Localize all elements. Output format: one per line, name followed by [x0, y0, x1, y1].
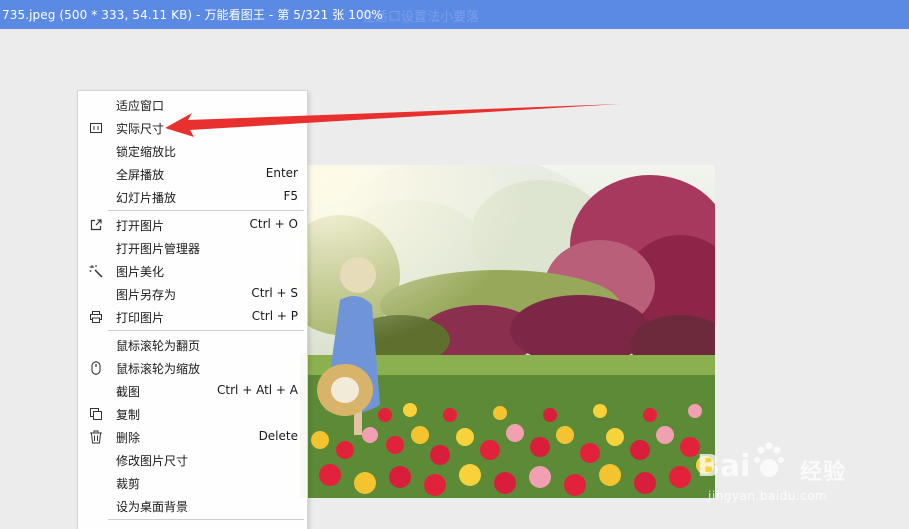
- menu-item-shortcut: Delete: [258, 429, 298, 443]
- actual-size-icon: [89, 120, 103, 134]
- watermark-title-text: 在适口设置法小要落: [362, 10, 480, 25]
- menu-item-wheel-zoom[interactable]: 鼠标滚轮为缩放: [78, 356, 307, 379]
- svg-text:Bai: Bai: [697, 449, 750, 484]
- menu-item-label: 打开图片管理器: [116, 242, 201, 256]
- menu-item-crop[interactable]: 裁剪: [78, 471, 307, 494]
- menu-item-shortcut: Ctrl + P: [251, 309, 298, 323]
- menu-item-open-image[interactable]: 打开图片 Ctrl + O: [78, 213, 307, 236]
- photo-tulip-field: [300, 165, 715, 498]
- mouse-icon: [89, 360, 103, 375]
- menu-item-label: 图片另存为: [116, 288, 177, 302]
- menu-item-label: 打开图片: [116, 219, 165, 233]
- menu-item-fullscreen[interactable]: 全屏播放 Enter: [78, 162, 307, 185]
- menu-item-label: 实际尺寸: [116, 122, 165, 136]
- menu-item-shortcut: Ctrl + Atl + A: [217, 383, 298, 397]
- menu-item-slideshow[interactable]: 幻灯片播放 F5: [78, 185, 307, 208]
- open-external-icon: [89, 217, 103, 231]
- menu-item-delete[interactable]: 删除 Delete: [78, 425, 307, 448]
- trash-icon: [89, 429, 103, 444]
- menu-item-screenshot[interactable]: 截图 Ctrl + Atl + A: [78, 379, 307, 402]
- window-title: 735.jpeg (500 * 333, 54.11 KB) - 万能看图王 -…: [2, 8, 383, 22]
- title-bar[interactable]: 735.jpeg (500 * 333, 54.11 KB) - 万能看图王 -…: [0, 0, 909, 29]
- menu-item-shortcut: Ctrl + S: [251, 286, 298, 300]
- menu-item-set-wallpaper[interactable]: 设为桌面背景: [78, 494, 307, 517]
- menu-item-save-as[interactable]: 图片另存为 Ctrl + S: [78, 282, 307, 305]
- baidu-watermark-logo: Bai: [697, 442, 784, 484]
- printer-icon: [89, 309, 103, 323]
- menu-item-label: 删除: [116, 431, 141, 445]
- menu-item-shortcut: Ctrl + O: [249, 217, 298, 231]
- menu-item-label: 鼠标滚轮为缩放: [116, 362, 201, 376]
- menu-separator: [108, 519, 304, 520]
- menu-item-label: 适应窗口: [116, 99, 165, 113]
- menu-item-label: 幻灯片播放: [116, 191, 177, 205]
- copy-icon: [89, 406, 103, 420]
- menu-separator: [108, 210, 304, 211]
- menu-item-label: 锁定缩放比: [116, 145, 177, 159]
- menu-item-beautify[interactable]: 图片美化: [78, 259, 307, 282]
- menu-item-copy[interactable]: 复制: [78, 402, 307, 425]
- context-menu: 适应窗口 实际尺寸 锁定缩放比 全屏播放 Enter 幻灯片播放 F5 打开图片…: [77, 90, 308, 529]
- menu-item-lock-zoom[interactable]: 锁定缩放比: [78, 139, 307, 162]
- watermark-url: jingyan.baidu.com: [708, 489, 828, 503]
- menu-item-wheel-page[interactable]: 鼠标滚轮为翻页: [78, 333, 307, 356]
- menu-item-label: 修改图片尺寸: [116, 454, 189, 468]
- menu-item-label: 图片美化: [116, 265, 165, 279]
- menu-item-label: 裁剪: [116, 477, 141, 491]
- menu-item-label: 全屏播放: [116, 168, 165, 182]
- menu-separator: [108, 330, 304, 331]
- menu-item-shortcut: Enter: [265, 166, 298, 180]
- displayed-photo[interactable]: [300, 165, 715, 498]
- menu-item-print[interactable]: 打印图片 Ctrl + P: [78, 305, 307, 328]
- menu-item-label: 打印图片: [116, 311, 165, 325]
- annotation-arrow: [165, 104, 620, 137]
- magic-wand-icon: [89, 263, 103, 278]
- menu-item-open-manager[interactable]: 打开图片管理器: [78, 236, 307, 259]
- menu-item-shortcut: F5: [283, 189, 298, 203]
- menu-item-label: 设为桌面背景: [116, 500, 189, 514]
- menu-item-label: 复制: [116, 408, 141, 422]
- menu-item-resize[interactable]: 修改图片尺寸: [78, 448, 307, 471]
- menu-item-label: 鼠标滚轮为翻页: [116, 339, 201, 353]
- menu-item-label: 截图: [116, 385, 141, 399]
- watermark-brand: 经验: [800, 460, 847, 485]
